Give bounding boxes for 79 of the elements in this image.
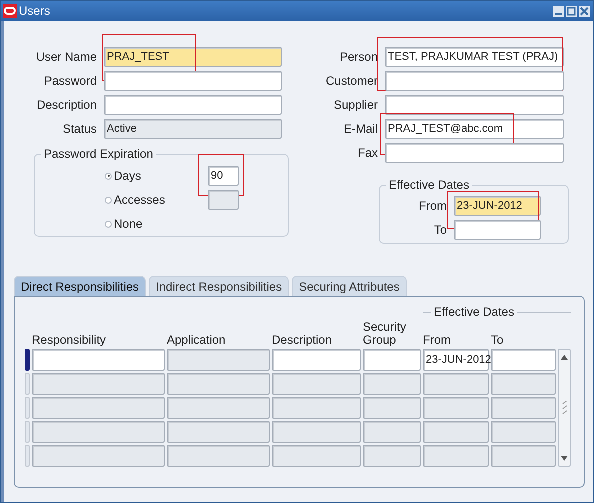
field-label: From <box>419 199 447 213</box>
tab[interactable]: Indirect Responsibilities <box>149 276 290 296</box>
table-cell[interactable] <box>32 373 165 395</box>
field-label: E-Mail <box>344 122 378 136</box>
table-cell[interactable] <box>167 349 270 371</box>
scrollbar[interactable] <box>558 349 571 467</box>
field-label: Person <box>340 50 378 64</box>
input-field[interactable]: PRAJ_TEST <box>104 47 282 67</box>
field-label: Customer <box>326 74 378 88</box>
field-label: Fax <box>358 146 378 160</box>
table-cell[interactable] <box>423 421 489 443</box>
table-cell[interactable] <box>272 349 361 371</box>
table-cell[interactable] <box>167 373 270 395</box>
table-cell[interactable] <box>167 397 270 419</box>
input-field[interactable] <box>385 95 564 115</box>
radio-option[interactable]: None <box>105 217 143 231</box>
window-title: Users <box>19 4 50 18</box>
input-field[interactable]: PRAJ_TEST@abc.com <box>385 119 564 139</box>
table-cell[interactable] <box>32 421 165 443</box>
group-title: Password Expiration <box>43 147 154 161</box>
table-cell[interactable] <box>167 421 270 443</box>
input-field[interactable] <box>454 220 541 240</box>
table-cell[interactable] <box>363 373 421 395</box>
table-cell[interactable] <box>272 445 361 467</box>
column-header: To <box>491 334 505 347</box>
app-icon <box>3 4 17 18</box>
tab[interactable]: Securing Attributes <box>292 276 407 296</box>
column-header: Responsibility <box>32 334 108 347</box>
table-cell[interactable] <box>491 421 556 443</box>
table-cell[interactable] <box>363 421 421 443</box>
input-field[interactable]: Active <box>104 119 282 139</box>
field-label: Password <box>44 74 97 88</box>
column-group-header: Effective Dates <box>434 305 514 319</box>
table-cell[interactable] <box>491 445 556 467</box>
grip-icon <box>562 401 568 415</box>
column-header: From <box>423 334 452 347</box>
column-header: Application <box>167 334 227 347</box>
input-field[interactable] <box>208 190 239 210</box>
table-cell[interactable]: 23-JUN-2012 <box>423 349 489 371</box>
table-cell[interactable] <box>363 397 421 419</box>
field-label: To <box>434 223 447 237</box>
radio-option[interactable]: Accesses <box>105 193 166 207</box>
tab[interactable]: Direct Responsibilities <box>14 276 146 296</box>
table-cell[interactable] <box>423 397 489 419</box>
table-cell[interactable] <box>32 445 165 467</box>
table-cell[interactable] <box>32 349 165 371</box>
field-label: Status <box>62 122 97 136</box>
input-field[interactable]: TEST, PRAJKUMAR TEST (PRAJ) <box>385 47 564 67</box>
input-field[interactable]: 23-JUN-2012 <box>454 196 541 216</box>
table-cell[interactable] <box>491 397 556 419</box>
scroll-up-icon[interactable] <box>560 354 569 362</box>
maximize-icon[interactable] <box>566 6 577 16</box>
input-field[interactable] <box>385 71 564 91</box>
column-header: Description <box>272 334 334 347</box>
table-cell[interactable] <box>423 373 489 395</box>
input-field[interactable] <box>104 71 282 91</box>
table-cell[interactable] <box>363 349 421 371</box>
row-indicator[interactable] <box>25 349 30 371</box>
table-cell[interactable] <box>272 397 361 419</box>
group-title: Effective Dates <box>388 178 470 192</box>
table-cell[interactable] <box>491 349 556 371</box>
field-label: Supplier <box>334 98 378 112</box>
table-cell[interactable] <box>363 445 421 467</box>
table-cell[interactable] <box>491 373 556 395</box>
scroll-down-icon[interactable] <box>560 454 569 462</box>
input-field[interactable]: 90 <box>208 166 239 186</box>
table-cell[interactable] <box>272 421 361 443</box>
field-label: Description <box>36 98 97 112</box>
table-cell[interactable] <box>272 373 361 395</box>
column-header: Security Group <box>363 321 408 347</box>
field-label: User Name <box>36 50 97 64</box>
close-icon[interactable] <box>579 6 590 16</box>
radio-option[interactable]: Days <box>105 169 142 183</box>
table-cell[interactable] <box>32 397 165 419</box>
minimize-icon[interactable] <box>553 6 564 16</box>
table-cell[interactable] <box>167 445 270 467</box>
input-field[interactable] <box>104 95 282 115</box>
input-field[interactable] <box>385 143 564 163</box>
table-cell[interactable] <box>423 445 489 467</box>
